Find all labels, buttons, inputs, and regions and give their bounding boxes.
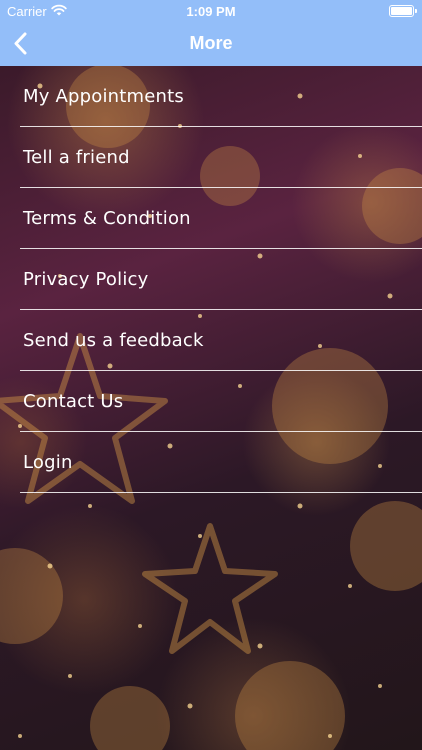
page-title: More: [189, 33, 233, 53]
menu-item-label: My Appointments: [23, 86, 185, 107]
menu-item-label: Tell a friend: [23, 147, 130, 168]
menu-item-send-feedback[interactable]: Send us a feedback: [20, 310, 422, 371]
more-menu-list: My Appointments Tell a friend Terms & Co…: [0, 66, 422, 493]
menu-item-label: Privacy Policy: [23, 269, 149, 290]
menu-item-my-appointments[interactable]: My Appointments: [20, 66, 422, 127]
content-area: My Appointments Tell a friend Terms & Co…: [0, 66, 422, 750]
status-bar: Carrier 1:09 PM: [0, 0, 422, 22]
menu-item-label: Terms & Condition: [23, 208, 191, 229]
navigation-bar: Carrier 1:09 PM More: [0, 0, 422, 66]
battery-icon: [389, 5, 417, 17]
menu-item-contact-us[interactable]: Contact Us: [20, 371, 422, 432]
menu-item-tell-a-friend[interactable]: Tell a friend: [20, 127, 422, 188]
menu-item-privacy-policy[interactable]: Privacy Policy: [20, 249, 422, 310]
status-time: 1:09 PM: [186, 4, 236, 19]
menu-item-label: Send us a feedback: [23, 330, 204, 351]
menu-item-login[interactable]: Login: [20, 432, 422, 493]
menu-item-label: Contact Us: [23, 391, 124, 412]
menu-item-terms-condition[interactable]: Terms & Condition: [20, 188, 422, 249]
menu-item-label: Login: [23, 452, 73, 473]
